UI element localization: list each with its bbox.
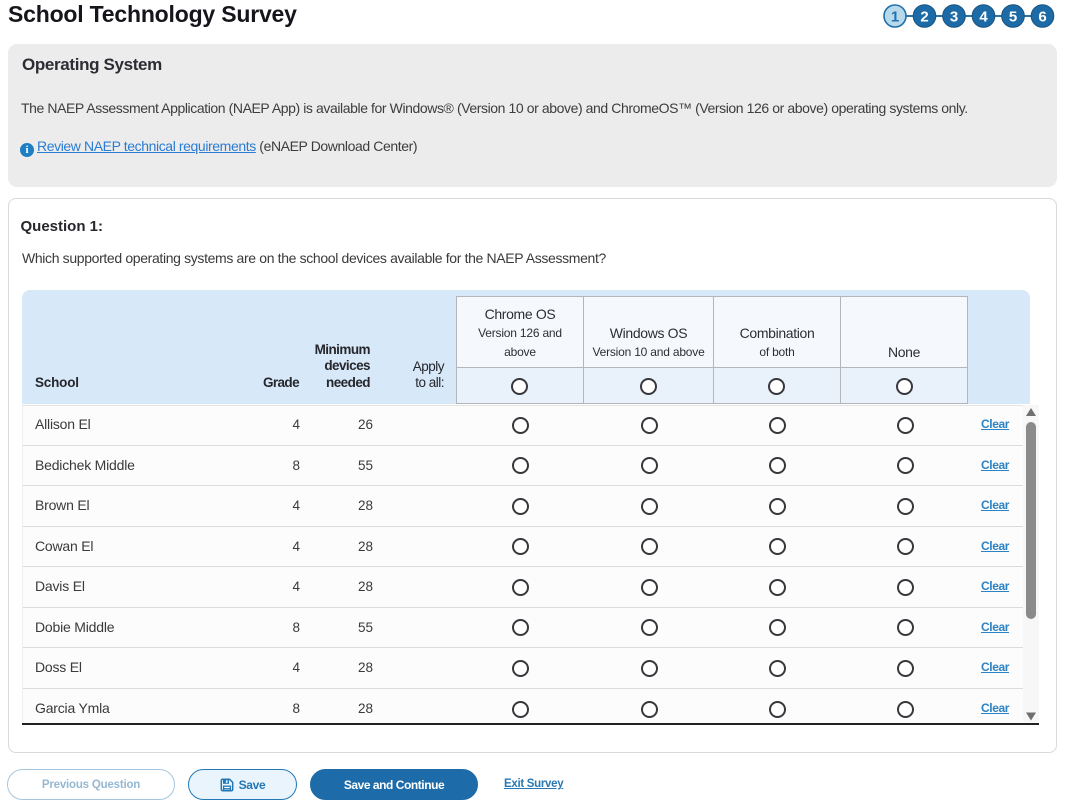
svg-text:2: 2 — [920, 9, 928, 26]
svg-text:1: 1 — [891, 9, 899, 26]
svg-text:5: 5 — [1009, 9, 1017, 26]
svg-text:6: 6 — [1038, 9, 1046, 26]
svg-text:3: 3 — [950, 9, 958, 26]
svg-text:4: 4 — [979, 9, 988, 26]
